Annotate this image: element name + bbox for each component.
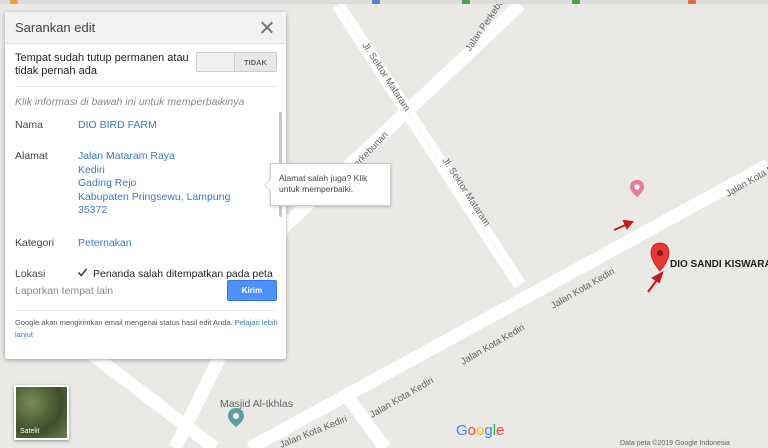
address-line: Kabupaten Pringsewu, Lampung <box>78 190 231 203</box>
name-value[interactable]: DIO BIRD FARM <box>78 119 157 133</box>
location-checkbox[interactable] <box>77 267 88 278</box>
address-tooltip: Alamat salah juga? Klik untuk memperbaik… <box>264 163 391 206</box>
panel-title: Sarankan edit <box>15 20 96 35</box>
footnote: Google akan mengirimkan email mengenai s… <box>15 317 279 341</box>
address-line: Jalan Mataram Raya <box>78 150 175 162</box>
toggle-off-area[interactable] <box>197 53 234 71</box>
divider <box>15 86 277 87</box>
address-line: 35372 <box>78 204 108 216</box>
category-value[interactable]: Peternakan <box>78 237 132 251</box>
satellite-label: Satelit <box>20 428 40 435</box>
closed-permanently-row: Tempat sudah tutup permanen atau tidak p… <box>15 52 277 78</box>
mosque-label: Masjid Al-Ikhlas <box>220 398 293 410</box>
address-line: Kediri <box>78 163 105 176</box>
name-label: Nama <box>15 119 44 131</box>
google-logo-letter: o <box>467 422 477 439</box>
panel-header: Sarankan edit <box>5 12 286 44</box>
address-label: Alamat <box>15 150 48 162</box>
marker-label: DIO SANDI KISWARA <box>670 259 768 270</box>
send-button[interactable]: Kirim <box>227 280 277 301</box>
divider <box>15 310 277 311</box>
google-logo: Google <box>456 422 504 439</box>
report-place-link[interactable]: Laporkan tempat lain <box>15 285 113 297</box>
toggle-label[interactable]: TIDAK <box>234 53 276 71</box>
location-label: Lokasi <box>15 268 46 280</box>
category-label: Kategori <box>15 237 55 249</box>
google-logo-letter: e <box>496 422 505 439</box>
address-line: Gading Rejo <box>78 177 137 189</box>
footnote-text: Google akan mengirimkan email mengenai s… <box>15 318 233 327</box>
address-value[interactable]: Jalan Mataram Raya Kediri Gading Rejo Ka… <box>78 150 230 218</box>
closed-question: Tempat sudah tutup permanen atau tidak p… <box>15 52 189 77</box>
closed-toggle[interactable]: TIDAK <box>196 52 277 72</box>
suggest-edit-panel: Sarankan edit Tempat sudah tutup permane… <box>5 12 286 359</box>
hint-text: Klik informasi di bawah ini untuk memper… <box>15 96 245 108</box>
google-logo-letter: G <box>456 422 468 439</box>
close-icon[interactable] <box>258 19 276 37</box>
google-logo-letter: g <box>484 422 493 439</box>
browser-bookmarks-strip <box>0 0 768 4</box>
map-copyright: Data peta ©2019 Google Indonesia <box>620 440 730 447</box>
location-checkbox-label[interactable]: Penanda salah ditempatkan pada peta <box>93 268 273 280</box>
satellite-toggle[interactable]: Satelit <box>14 385 69 440</box>
